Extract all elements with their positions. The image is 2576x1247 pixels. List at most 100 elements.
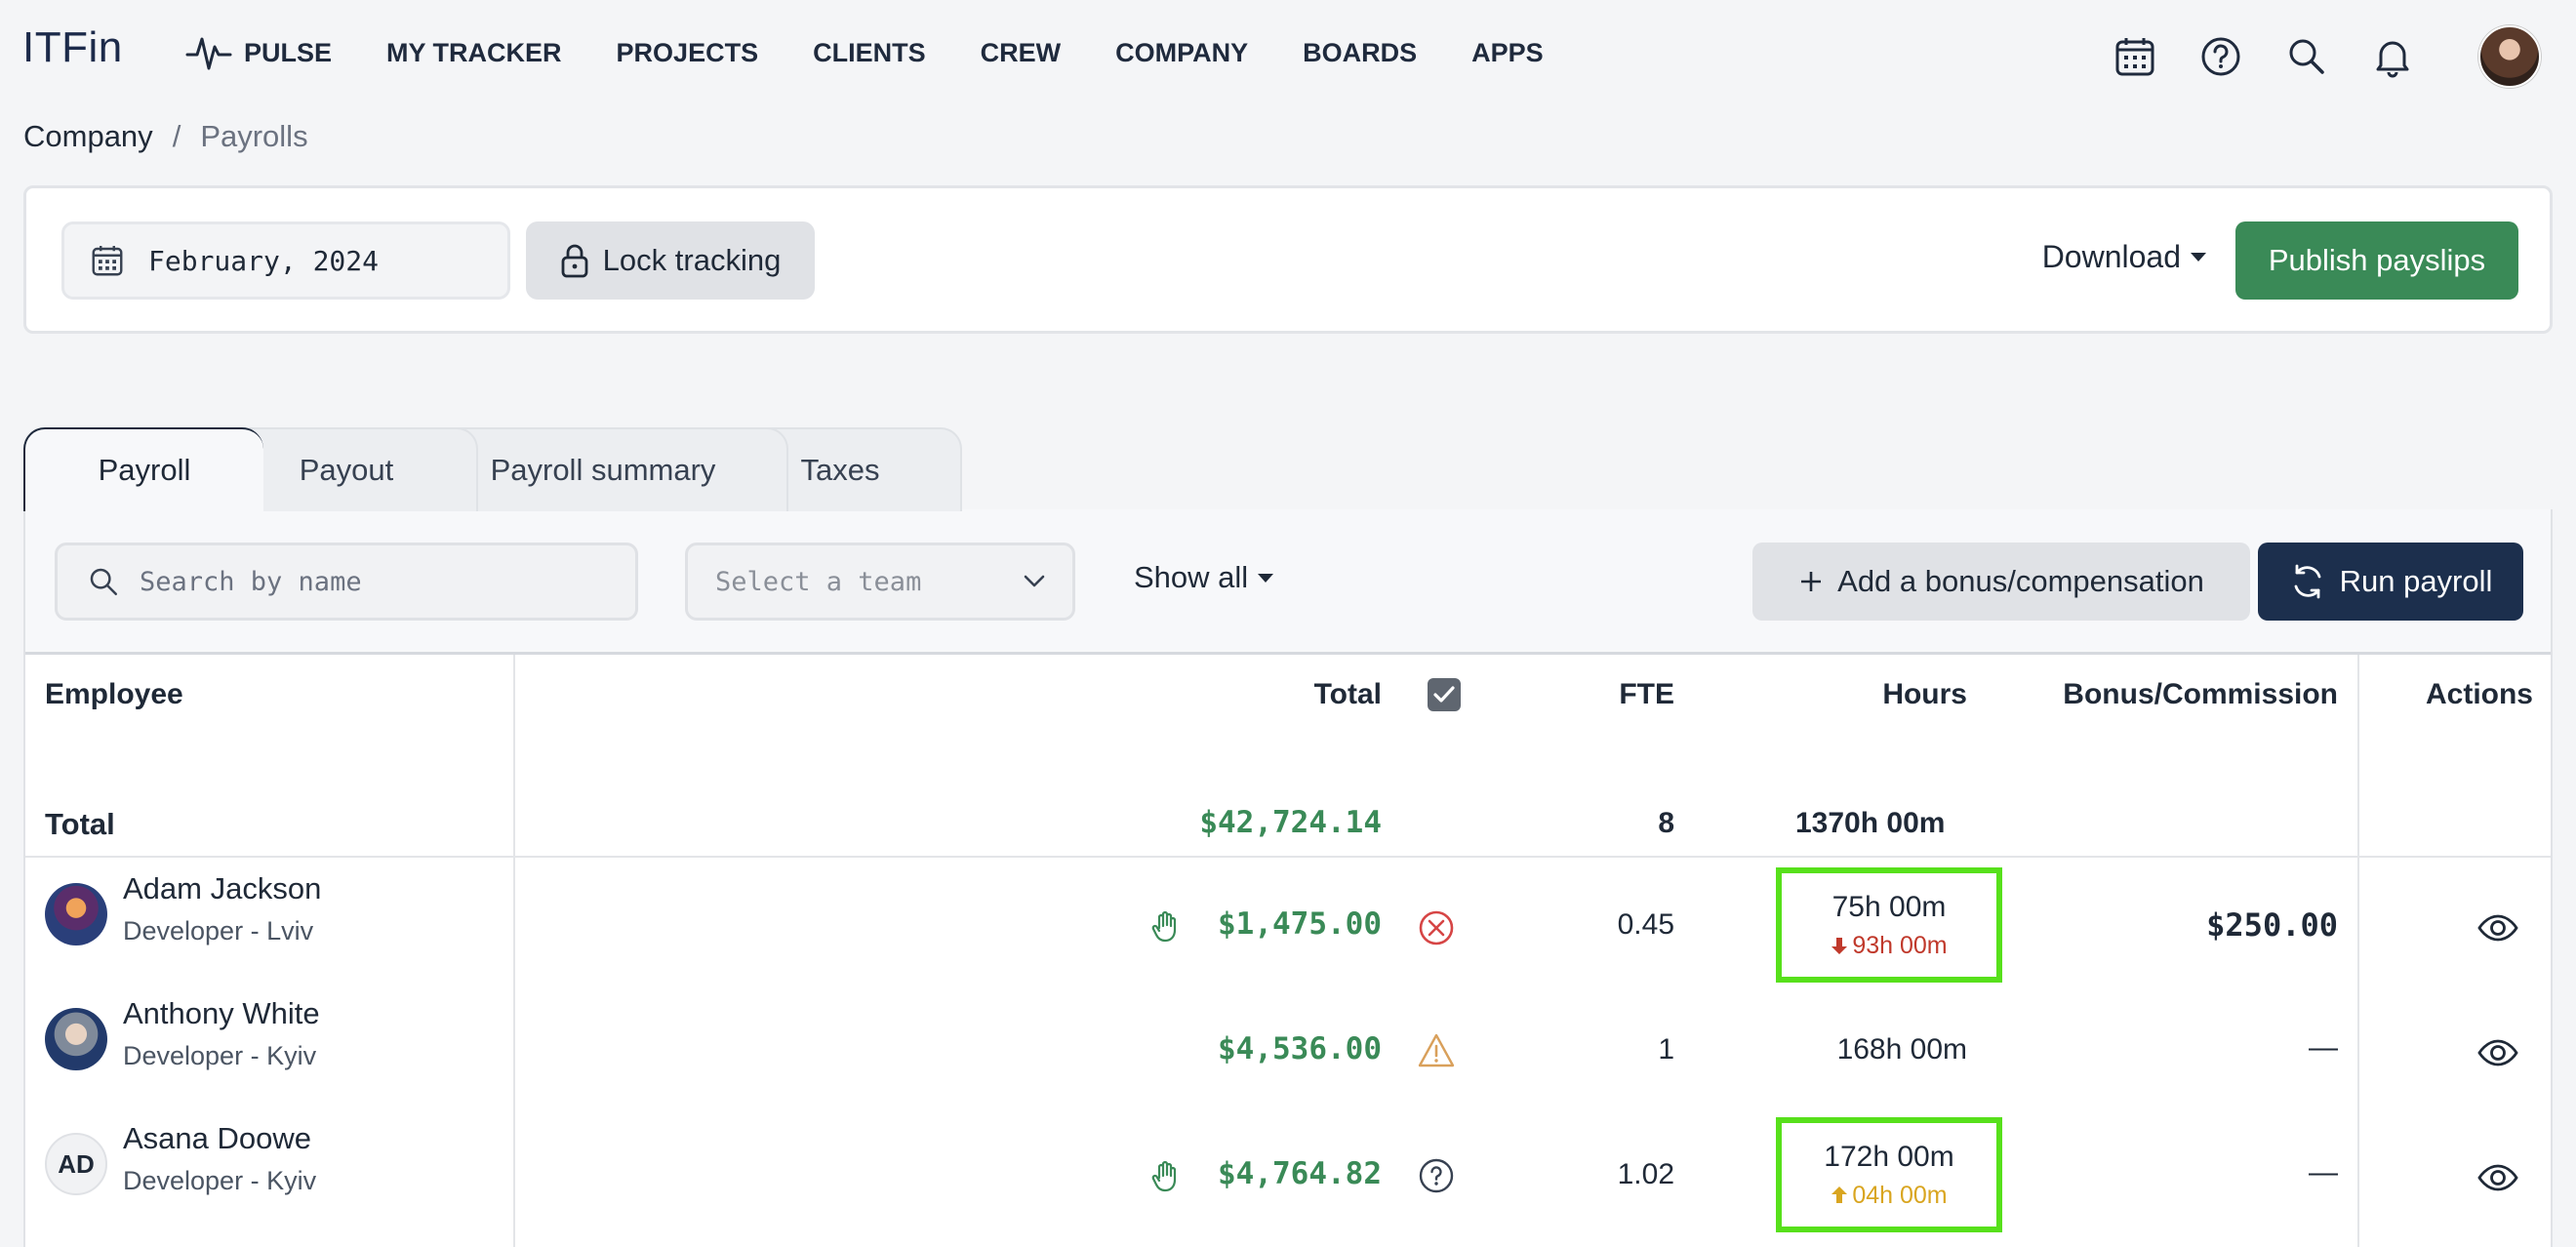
search-input[interactable] [140, 566, 608, 597]
column-divider [513, 655, 515, 1247]
nav-item-my-tracker[interactable]: MY TRACKER [386, 38, 562, 68]
breadcrumb: Company / Payrolls [23, 119, 308, 154]
nav-item-apps[interactable]: APPS [1471, 38, 1544, 68]
caret-down-icon [1258, 573, 1274, 583]
add-bonus-button[interactable]: Add a bonus/compensation [1752, 543, 2250, 621]
col-header-actions: Actions [2425, 678, 2533, 710]
totals-total: $42,724.14 [1199, 805, 1382, 840]
hours-diff-value: 04h 00m [1852, 1181, 1948, 1209]
breadcrumb-separator: / [172, 119, 181, 153]
nav-item-projects[interactable]: PROJECTS [617, 38, 759, 68]
arrow-up-icon [1831, 1187, 1848, 1203]
period-value: February, 2024 [148, 244, 380, 277]
nav-item-crew[interactable]: CREW [981, 38, 1062, 68]
eye-icon[interactable] [2476, 1156, 2519, 1199]
hand-icon [1151, 1160, 1177, 1192]
select-all-checkbox[interactable] [1428, 678, 1461, 711]
show-all-label: Show all [1134, 560, 1249, 594]
chevron-down-icon [1024, 575, 1045, 588]
arrow-down-icon [1831, 938, 1848, 954]
row-fte: 1.02 [1617, 1158, 1674, 1190]
calendar-icon[interactable] [2112, 33, 2158, 80]
row-hours: 75h 00m [1831, 890, 1947, 923]
tab-payroll[interactable]: Payroll [23, 427, 263, 511]
run-payroll-button[interactable]: Run payroll [2258, 543, 2523, 621]
payroll-panel: Select a team Show all Add a bonus/compe… [23, 509, 2553, 1247]
show-all-dropdown[interactable]: Show all [1134, 560, 1274, 595]
question-circle-icon[interactable] [1417, 1156, 1456, 1195]
plus-icon [1798, 569, 1824, 594]
publish-payslips-button[interactable]: Publish payslips [2235, 221, 2518, 300]
employee-name[interactable]: Asana Doowe [123, 1121, 316, 1156]
pulse-icon [185, 33, 232, 72]
breadcrumb-company[interactable]: Company [23, 119, 153, 154]
row-hours: 172h 00m [1824, 1140, 1954, 1173]
help-icon[interactable] [2197, 33, 2244, 80]
user-avatar[interactable] [2478, 25, 2541, 88]
avatar [45, 1008, 107, 1070]
avatar-initials: AD [45, 1133, 107, 1195]
hours-highlight: 172h 00m 04h 00m [1776, 1117, 2002, 1232]
payroll-toolbar: February, 2024 Lock tracking Download Pu… [23, 185, 2553, 334]
team-select[interactable]: Select a team [685, 543, 1075, 621]
employee-role: Developer - Kyiv [123, 1166, 317, 1195]
run-payroll-label: Run payroll [2339, 564, 2493, 598]
row-fte: 1 [1658, 1033, 1674, 1066]
add-bonus-label: Add a bonus/compensation [1837, 564, 2204, 598]
employee-name[interactable]: Anthony White [123, 996, 320, 1031]
nav-utility-icons [2088, 21, 2576, 92]
lock-tracking-button[interactable]: Lock tracking [526, 221, 815, 300]
download-label: Download [2041, 239, 2181, 274]
download-dropdown[interactable]: Download [2042, 239, 2206, 275]
caret-down-icon [2191, 253, 2206, 261]
bell-icon[interactable] [2369, 33, 2416, 80]
row-bonus: — [2309, 1156, 2338, 1188]
payroll-tabs: Taxes Payroll summary Payout Payroll [23, 427, 1097, 511]
totals-label: Total [45, 807, 115, 841]
nav-item-pulse[interactable]: PULSE [185, 33, 332, 72]
eye-icon[interactable] [2476, 906, 2519, 949]
row-hours: 168h 00m [1836, 1033, 1967, 1066]
col-header-employee[interactable]: Employee [45, 678, 183, 711]
hours-diff: 93h 00m [1831, 931, 1948, 960]
calendar-icon [90, 243, 125, 278]
hours-diff-value: 93h 00m [1852, 931, 1948, 959]
search-icon [87, 565, 120, 598]
check-icon [1433, 686, 1455, 703]
employee-role: Developer - Lviv [123, 916, 314, 945]
avatar [45, 883, 107, 945]
col-header-bonus[interactable]: Bonus/Commission [2035, 678, 2338, 711]
row-total: $4,536.00 [1218, 1031, 1382, 1066]
eye-icon[interactable] [2476, 1031, 2519, 1074]
lock-icon [560, 242, 589, 279]
nav-item-label: PULSE [244, 37, 333, 67]
hand-icon [1151, 910, 1177, 943]
col-header-total[interactable]: Total [1157, 678, 1382, 711]
nav-item-clients[interactable]: CLIENTS [813, 38, 926, 68]
employee-info: Anthony White Developer - Kyiv [123, 996, 320, 1071]
refresh-icon [2289, 563, 2326, 600]
employee-name[interactable]: Adam Jackson [123, 871, 321, 906]
lock-tracking-label: Lock tracking [602, 243, 782, 277]
row-divider [25, 856, 2551, 858]
breadcrumb-current: Payrolls [200, 119, 308, 153]
warning-icon[interactable] [1417, 1031, 1456, 1070]
row-total: $4,764.82 [1218, 1156, 1382, 1191]
col-header-fte[interactable]: FTE [1528, 678, 1674, 711]
period-picker[interactable]: February, 2024 [61, 221, 510, 300]
app-logo[interactable]: ITFin [22, 23, 123, 72]
main-menu: PULSE MY TRACKER PROJECTS CLIENTS CREW C… [185, 33, 1598, 72]
column-divider [2357, 655, 2359, 1247]
error-circle-icon[interactable] [1417, 908, 1456, 947]
employee-info: Asana Doowe Developer - Kyiv [123, 1121, 316, 1196]
employee-role: Developer - Kyiv [123, 1041, 317, 1070]
nav-item-company[interactable]: COMPANY [1115, 38, 1248, 68]
row-bonus: — [2309, 1031, 2338, 1064]
col-header-hours[interactable]: Hours [1752, 678, 1967, 711]
row-fte: 0.45 [1617, 908, 1674, 941]
nav-item-boards[interactable]: BOARDS [1303, 38, 1417, 68]
team-select-placeholder: Select a team [715, 566, 922, 597]
payroll-table: Employee Total FTE Hours Bonus/Commissio… [25, 652, 2551, 1247]
search-icon[interactable] [2283, 33, 2330, 80]
search-field [55, 543, 638, 621]
